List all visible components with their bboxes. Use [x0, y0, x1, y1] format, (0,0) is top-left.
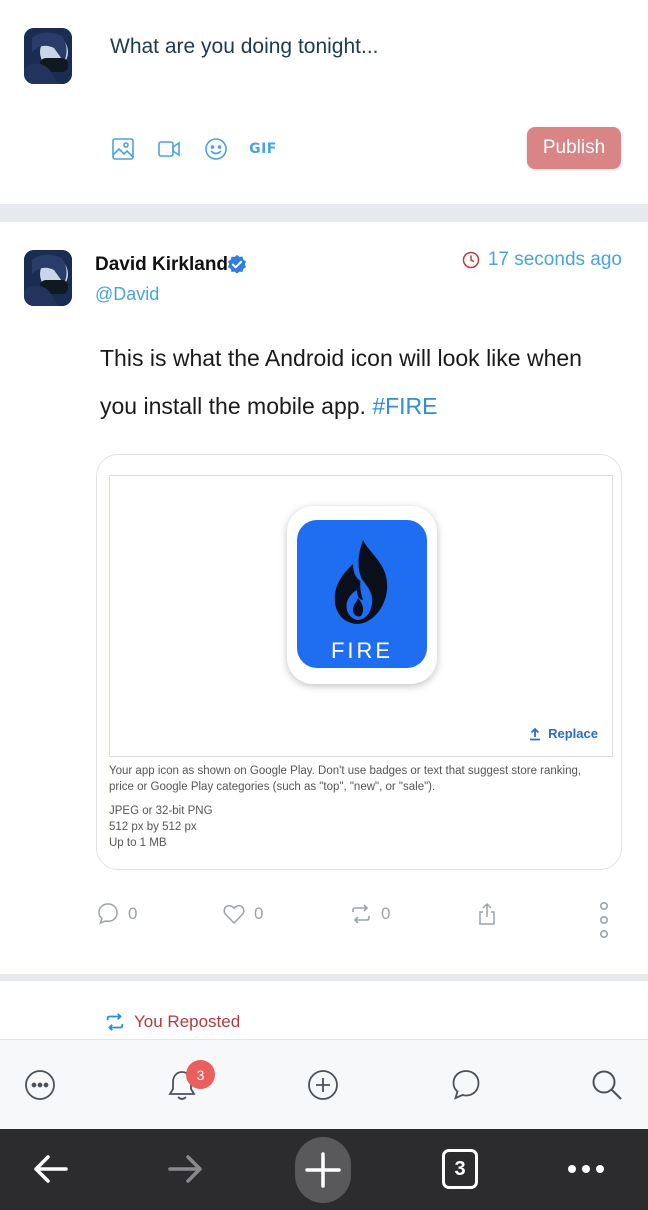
- author-name[interactable]: David Kirkland: [95, 254, 228, 276]
- repost-label: You Reposted: [134, 1012, 241, 1031]
- repost-count: 0: [381, 904, 391, 923]
- browser-menu-icon[interactable]: [560, 1143, 612, 1195]
- app-icon-preview: FIRE Replace: [109, 475, 613, 757]
- comment-icon: [98, 903, 118, 925]
- comment-button[interactable]: 0: [96, 902, 137, 926]
- add-icon[interactable]: [306, 1068, 340, 1102]
- icon-description: Your app icon as shown on Google Play. D…: [109, 765, 582, 793]
- author-handle[interactable]: @David: [95, 284, 159, 305]
- post-text: This is what the Android icon will look …: [100, 345, 582, 419]
- repost-notice-row: You Reposted: [104, 1011, 240, 1033]
- gif-icon[interactable]: GIF: [248, 136, 278, 162]
- verified-badge-icon: [228, 254, 246, 274]
- post-timestamp: 17 seconds ago: [462, 249, 622, 271]
- divider: [0, 974, 648, 981]
- app-icon: FIRE: [297, 520, 427, 668]
- repost-notice: You Reposted: [0, 981, 648, 1039]
- composer: GIF Publish: [0, 0, 648, 204]
- app-icon-frame: FIRE: [287, 506, 437, 684]
- upload-icon: [530, 727, 541, 740]
- author-avatar[interactable]: [24, 250, 72, 306]
- search-icon[interactable]: [590, 1068, 624, 1102]
- repost-icon: [352, 904, 370, 924]
- heart-icon: [223, 904, 245, 925]
- bottom-navigation: 3: [0, 1039, 648, 1129]
- tabs-button[interactable]: 3: [434, 1143, 486, 1195]
- screen: GIF Publish David Kirkland @David 17 sec…: [0, 0, 648, 1210]
- post-card: David Kirkland @David 17 seconds ago Thi…: [0, 222, 648, 974]
- divider: [0, 204, 648, 222]
- new-tab-button[interactable]: [295, 1137, 351, 1203]
- spec-limit: Up to 1 MB: [109, 837, 167, 849]
- back-arrow-icon[interactable]: [24, 1143, 76, 1195]
- clock-icon: [462, 251, 480, 269]
- attachment-card[interactable]: FIRE Replace Your app icon as shown on G…: [96, 454, 622, 870]
- share-icon: [479, 902, 495, 925]
- repost-button[interactable]: 0: [349, 902, 390, 926]
- user-avatar[interactable]: [24, 28, 72, 84]
- share-button[interactable]: [475, 902, 499, 926]
- like-button[interactable]: 0: [222, 902, 263, 926]
- post-actions: 0 0 0: [0, 900, 648, 942]
- attachment-info: Your app icon as shown on Google Play. D…: [109, 763, 609, 851]
- spec-size: 512 px by 512 px: [109, 821, 197, 833]
- comment-count: 0: [128, 904, 138, 923]
- more-options-icon[interactable]: [596, 900, 612, 940]
- messages-icon[interactable]: [449, 1068, 483, 1102]
- repost-icon: [106, 1013, 124, 1031]
- hashtag-link[interactable]: #FIRE: [372, 393, 437, 419]
- like-count: 0: [254, 904, 264, 923]
- forward-arrow-icon[interactable]: [160, 1143, 212, 1195]
- more-icon[interactable]: [23, 1068, 57, 1102]
- app-icon-label: FIRE: [330, 638, 394, 663]
- emoji-icon[interactable]: [203, 136, 229, 162]
- replace-label: Replace: [548, 726, 598, 741]
- flame-icon: [334, 540, 388, 624]
- publish-button[interactable]: Publish: [527, 127, 621, 169]
- icon-spec: JPEG or 32-bit PNG 512 px by 512 px Up t…: [109, 803, 609, 851]
- timestamp-text: 17 seconds ago: [487, 249, 622, 270]
- plus-icon: [305, 1152, 341, 1188]
- post-input[interactable]: [110, 30, 610, 64]
- notification-badge: 3: [186, 1060, 215, 1089]
- spec-format: JPEG or 32-bit PNG: [109, 805, 213, 817]
- image-icon[interactable]: [110, 136, 136, 162]
- post-body: This is what the Android icon will look …: [100, 334, 620, 430]
- browser-toolbar: 3: [0, 1129, 648, 1210]
- video-icon[interactable]: [156, 136, 182, 162]
- tabs-count: 3: [442, 1149, 478, 1189]
- replace-button[interactable]: Replace: [528, 726, 598, 741]
